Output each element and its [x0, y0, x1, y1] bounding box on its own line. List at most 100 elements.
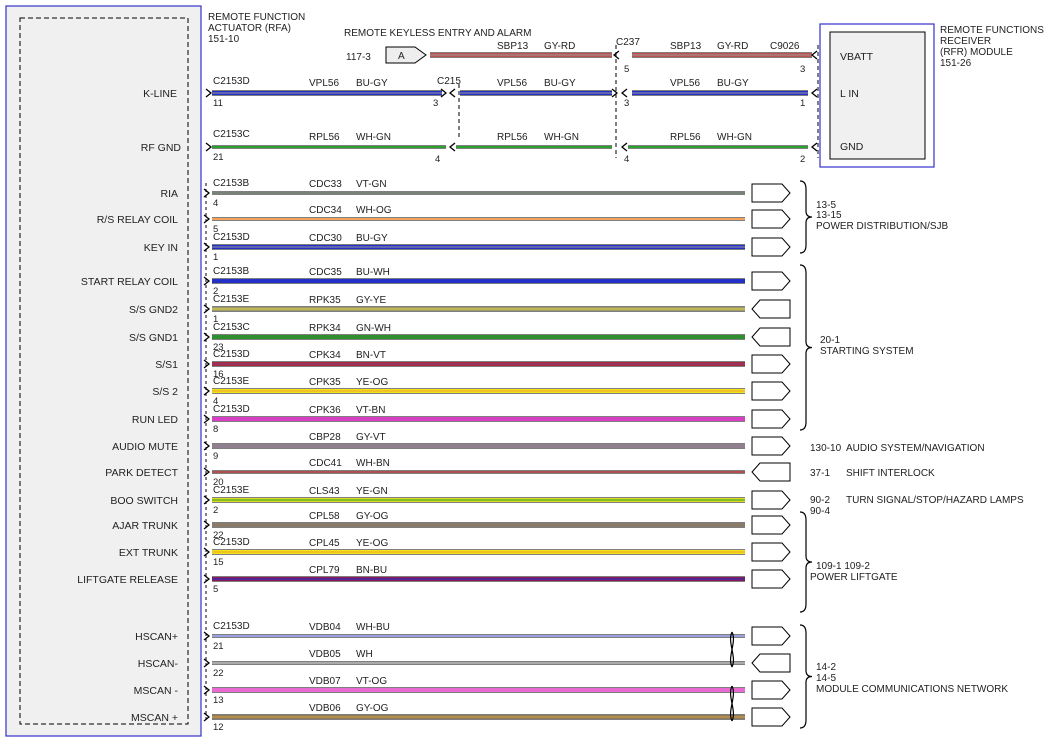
rfr-pin-vbatt: VBATT: [840, 51, 874, 63]
circuit-12: CPL58: [309, 511, 340, 522]
k-line-mid-arrow-out: [620, 88, 628, 98]
pin-number-15: 21: [213, 641, 224, 652]
rf-gnd-seg1-circuit: RPL56: [309, 132, 340, 143]
group-audio-title: AUDIO SYSTEM/NAVIGATION: [846, 443, 985, 454]
circuit-3: CDC35: [309, 267, 342, 278]
wire-arrow-7: [203, 386, 211, 396]
circuit-4: RPK35: [309, 295, 341, 306]
connector-name-2: C2153D: [213, 232, 250, 243]
vbatt-rfr-arrow: [810, 50, 818, 60]
pin-label-6: S/S1: [155, 359, 178, 371]
pin-label-5: S/S GND1: [129, 332, 178, 344]
keyless-title: REMOTE KEYLESS ENTRY AND ALARM: [344, 28, 531, 39]
rf-gnd-rfa-arrow: [205, 142, 213, 152]
pin-label-1: R/S RELAY COIL: [97, 214, 178, 226]
k-line-label: K-LINE: [143, 88, 177, 100]
color-code-0: VT-GN: [356, 179, 387, 190]
pin-label-14: LIFTGATE RELEASE: [77, 574, 178, 586]
color-code-14: BN-BU: [356, 565, 387, 576]
rf-gnd-seg3-color: WH-GN: [717, 132, 752, 143]
connector-name-5: C2153C: [213, 322, 250, 333]
pin-label-17: MSCAN -: [134, 685, 179, 697]
far-connector-11: [751, 490, 791, 510]
color-code-1: WH-OG: [356, 205, 392, 216]
keyless-ref: 117-3: [346, 52, 371, 63]
far-connector-2: [751, 237, 791, 257]
color-code-6: BN-VT: [356, 350, 386, 361]
vbatt-seg2-circuit: SBP13: [670, 41, 702, 52]
circuit-18: VDB06: [309, 703, 341, 714]
wire-arrow-11: [203, 495, 211, 505]
far-connector-17: [751, 680, 791, 700]
group-shift-title: SHIFT INTERLOCK: [846, 468, 935, 479]
connector-name-11: C2153E: [213, 485, 249, 496]
rfr-title-line1: REMOTE FUNCTIONS: [940, 25, 1044, 36]
rf-gnd-pin21: 21: [213, 152, 224, 163]
far-connector-15: [751, 626, 791, 646]
pin-number-11: 2: [213, 505, 218, 516]
rfr-pin-gnd: GND: [840, 141, 864, 153]
rf-gnd-rfr-arrow: [810, 142, 818, 152]
rf-gnd-label: RF GND: [141, 142, 182, 154]
rfa-title-line1: REMOTE FUNCTION: [208, 12, 305, 23]
k-line-seg1-circuit: VPL56: [309, 78, 339, 89]
connector-name-3: C2153B: [213, 266, 249, 277]
rf-gnd-seg3-circuit: RPL56: [670, 132, 701, 143]
circuit-15: VDB04: [309, 622, 341, 633]
k-line-mid-pin: 3: [624, 98, 629, 109]
rfr-title-line3: (RFR) MODULE: [940, 47, 1013, 58]
circuit-5: RPK34: [309, 323, 341, 334]
brace-starting-system: [799, 264, 813, 431]
k-line-seg1-color: BU-GY: [356, 78, 388, 89]
group-network-ref2: 14-5: [816, 673, 836, 684]
color-code-13: YE-OG: [356, 538, 388, 549]
k-line-pin11: 11: [213, 98, 223, 109]
pin-number-13: 15: [213, 557, 224, 568]
far-connector-16: [751, 653, 791, 673]
group-liftgate-refs: 109-1 109-2: [816, 561, 870, 572]
vbatt-c9026-name: C9026: [770, 41, 800, 52]
circuit-16: VDB05: [309, 649, 341, 660]
k-line-rfr-arrow: [810, 88, 818, 98]
pin-label-12: AJAR TRUNK: [112, 520, 178, 532]
pin-label-7: S/S 2: [152, 386, 178, 398]
color-code-12: GY-OG: [356, 511, 389, 522]
pin-label-9: AUDIO MUTE: [112, 441, 178, 453]
rfr-module: VBATT L IN GND REMOTE FUNCTIONS RECEIVER…: [819, 23, 1044, 168]
k-line-c2153d-name: C2153D: [213, 76, 250, 87]
k-line-c215-pin: 3: [433, 98, 438, 109]
color-code-11: YE-GN: [356, 486, 388, 497]
color-code-3: BU-WH: [356, 267, 390, 278]
rf-gnd-mid1-arrow: [448, 142, 456, 152]
k-line-c215-name: C215: [437, 76, 461, 87]
vbatt-seg1-circuit: SBP13: [497, 41, 529, 52]
rfa-module-body: [5, 5, 202, 737]
rf-gnd-rfr-pin: 2: [800, 154, 805, 165]
rfr-pin-lin: L IN: [840, 88, 859, 100]
far-connector-14: [751, 569, 791, 589]
far-connector-12: [751, 515, 791, 535]
far-connector-7: [751, 381, 791, 401]
pin-number-18: 12: [213, 722, 224, 733]
group-network-title: MODULE COMMUNICATIONS NETWORK: [816, 684, 1008, 695]
rf-gnd-mid1-pin: 4: [435, 154, 440, 165]
group-turn-ref2: 90-4: [810, 506, 830, 517]
k-line-seg3-circuit: VPL56: [670, 78, 700, 89]
circuit-9: CBP28: [309, 432, 341, 443]
circuit-6: CPK34: [309, 350, 341, 361]
color-code-17: VT-OG: [356, 676, 387, 687]
k-line-seg3-color: BU-GY: [717, 78, 749, 89]
pin-label-10: PARK DETECT: [105, 467, 178, 479]
pin-label-15: HSCAN+: [135, 631, 178, 643]
circuit-17: VDB07: [309, 676, 341, 687]
far-connector-18: [751, 707, 791, 727]
far-connector-4: [751, 299, 791, 319]
group-liftgate-title: POWER LIFTGATE: [810, 572, 898, 583]
connector-name-8: C2153D: [213, 404, 250, 415]
group-power-dist-ref2: 13-15: [816, 210, 842, 221]
pin-number-16: 22: [213, 668, 224, 679]
wire-arrow-5: [203, 332, 211, 342]
far-connector-9: [751, 436, 791, 456]
rf-gnd-c2153c-name: C2153C: [213, 129, 250, 140]
circuit-11: CLS43: [309, 486, 340, 497]
